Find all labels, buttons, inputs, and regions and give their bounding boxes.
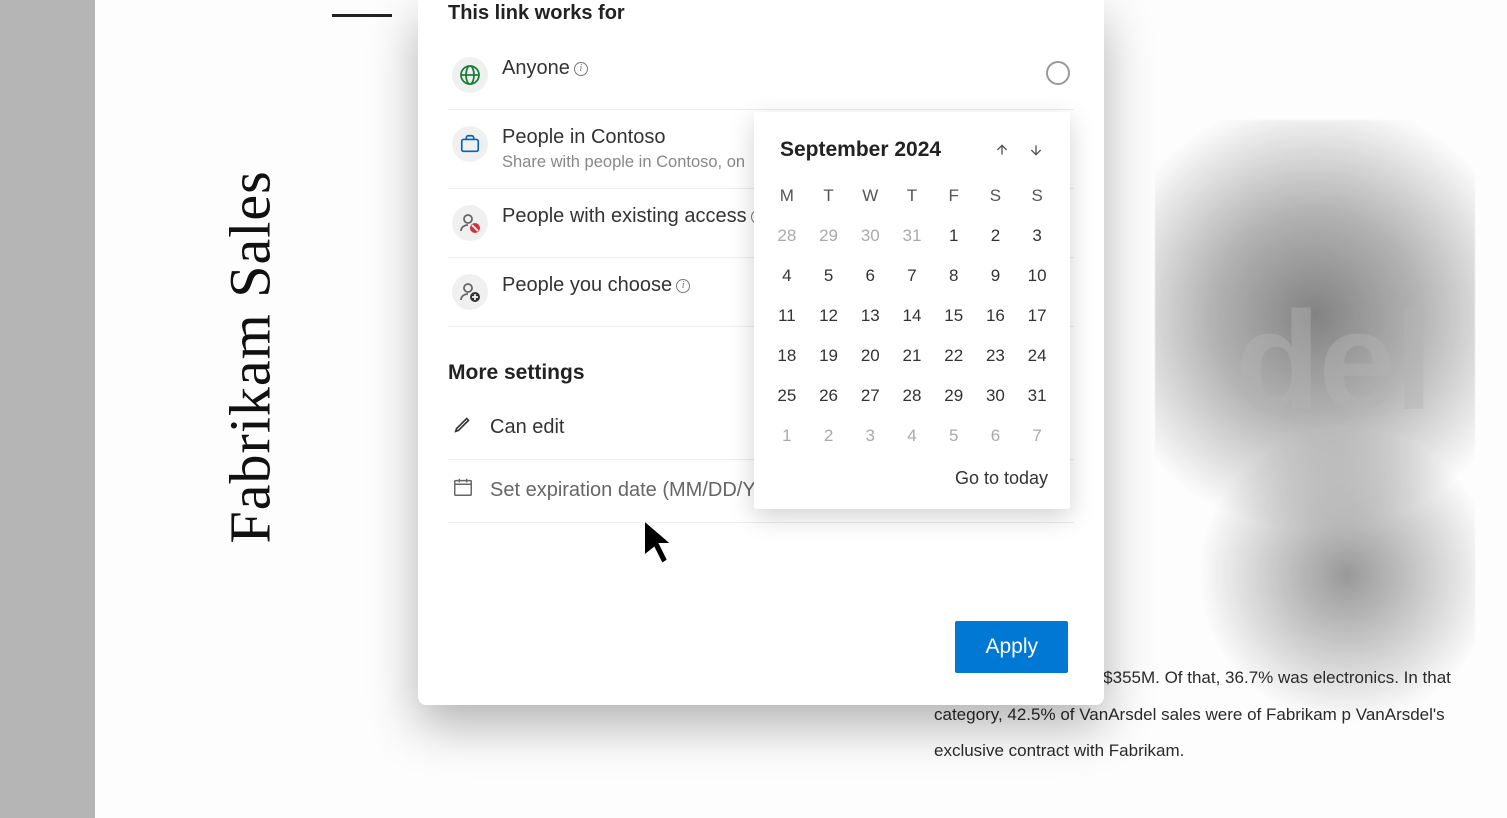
calendar-day[interactable]: 31	[1016, 376, 1058, 416]
info-icon[interactable]: i	[574, 62, 588, 76]
calendar-dow: T	[891, 178, 933, 216]
option-label: People you choose	[502, 274, 672, 297]
calendar-day[interactable]: 24	[1016, 336, 1058, 376]
radio-anyone[interactable]	[1046, 61, 1070, 85]
calendar-day[interactable]: 2	[975, 216, 1017, 256]
calendar-day[interactable]: 18	[766, 336, 808, 376]
page-vertical-title: Fabrikam Sales	[217, 170, 284, 543]
calendar-day[interactable]: 17	[1016, 296, 1058, 336]
calendar-day[interactable]: 30	[975, 376, 1017, 416]
calendar-day[interactable]: 8	[933, 256, 975, 296]
calendar-day[interactable]: 7	[891, 256, 933, 296]
calendar-day[interactable]: 4	[766, 256, 808, 296]
calendar-day[interactable]: 20	[849, 336, 891, 376]
calendar-day[interactable]: 9	[975, 256, 1017, 296]
calendar-icon	[452, 476, 474, 504]
calendar-day[interactable]: 22	[933, 336, 975, 376]
calendar-day[interactable]: 23	[975, 336, 1017, 376]
option-anyone[interactable]: Anyone i	[448, 41, 1074, 110]
calendar-dow: S	[975, 178, 1017, 216]
calendar-day[interactable]: 12	[808, 296, 850, 336]
calendar-day[interactable]: 29	[808, 216, 850, 256]
calendar-day[interactable]: 26	[808, 376, 850, 416]
calendar-month-label[interactable]: September 2024	[780, 138, 982, 162]
calendar-next-month[interactable]	[1022, 136, 1050, 164]
calendar-day[interactable]: 13	[849, 296, 891, 336]
calendar-day[interactable]: 1	[766, 416, 808, 456]
pencil-icon	[452, 413, 474, 441]
calendar-dow: W	[849, 178, 891, 216]
calendar-day[interactable]: 14	[891, 296, 933, 336]
calendar-day[interactable]: 10	[1016, 256, 1058, 296]
calendar-day[interactable]: 15	[933, 296, 975, 336]
calendar-dow: F	[933, 178, 975, 216]
calendar-prev-month[interactable]	[988, 136, 1016, 164]
watermark-text: del	[1235, 280, 1431, 442]
option-label: People in Contoso	[502, 126, 665, 149]
calendar-day[interactable]: 2	[808, 416, 850, 456]
calendar-day[interactable]: 19	[808, 336, 850, 376]
person-add-icon	[452, 274, 488, 310]
option-label: People with existing access	[502, 205, 747, 228]
calendar-day[interactable]: 28	[891, 376, 933, 416]
calendar-day[interactable]: 28	[766, 216, 808, 256]
can-edit-label: Can edit	[490, 416, 565, 439]
calendar-day[interactable]: 31	[891, 216, 933, 256]
calendar-popup: September 2024 MTWTFSS282930311234567891…	[754, 112, 1070, 509]
calendar-day[interactable]: 5	[933, 416, 975, 456]
calendar-dow: T	[808, 178, 850, 216]
calendar-dow: S	[1016, 178, 1058, 216]
calendar-day[interactable]: 1	[933, 216, 975, 256]
calendar-day[interactable]: 6	[975, 416, 1017, 456]
option-label: Anyone	[502, 57, 570, 80]
calendar-day[interactable]: 11	[766, 296, 808, 336]
calendar-day[interactable]: 16	[975, 296, 1017, 336]
calendar-day[interactable]: 5	[808, 256, 850, 296]
globe-icon	[452, 57, 488, 93]
calendar-grid: MTWTFSS282930311234567891011121314151617…	[766, 178, 1058, 456]
calendar-day[interactable]: 6	[849, 256, 891, 296]
go-to-today-button[interactable]: Go to today	[766, 456, 1058, 497]
apply-button[interactable]: Apply	[955, 621, 1068, 673]
calendar-day[interactable]: 3	[1016, 216, 1058, 256]
link-works-for-title: This link works for	[448, 0, 1074, 41]
calendar-day[interactable]: 7	[1016, 416, 1058, 456]
calendar-day[interactable]: 25	[766, 376, 808, 416]
calendar-day[interactable]: 27	[849, 376, 891, 416]
title-underline	[332, 14, 392, 17]
calendar-day[interactable]: 30	[849, 216, 891, 256]
info-icon[interactable]: i	[676, 279, 690, 293]
briefcase-icon	[452, 126, 488, 162]
person-block-icon	[452, 205, 488, 241]
calendar-day[interactable]: 21	[891, 336, 933, 376]
calendar-day[interactable]: 3	[849, 416, 891, 456]
calendar-dow: M	[766, 178, 808, 216]
calendar-day[interactable]: 29	[933, 376, 975, 416]
calendar-day[interactable]: 4	[891, 416, 933, 456]
